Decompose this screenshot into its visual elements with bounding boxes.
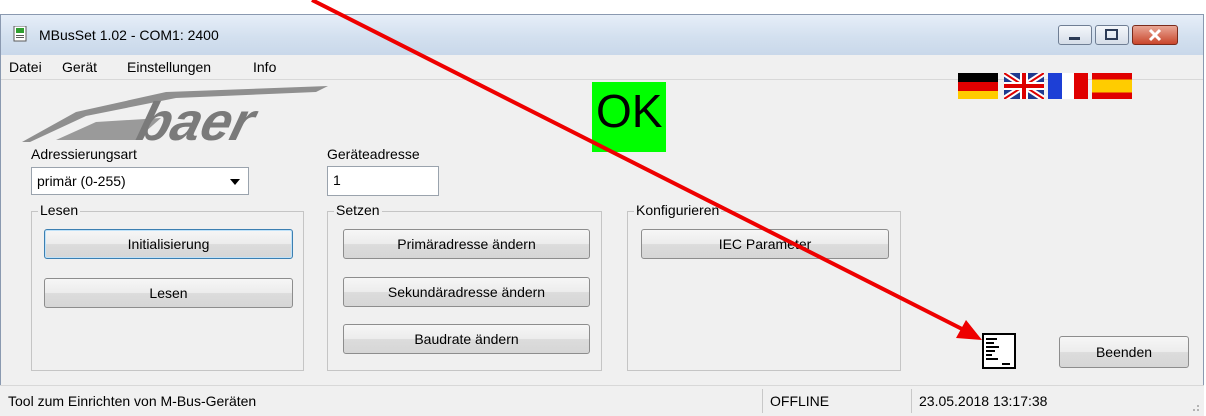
- device-address-value: 1: [333, 172, 341, 188]
- primaeradresse-button[interactable]: Primäradresse ändern: [343, 229, 590, 259]
- menu-einstellungen[interactable]: Einstellungen: [127, 59, 211, 75]
- maximize-button[interactable]: [1095, 25, 1129, 45]
- menu-info[interactable]: Info: [253, 59, 276, 75]
- resize-grip-icon[interactable]: [1188, 400, 1200, 412]
- minimize-icon: [1069, 37, 1080, 40]
- initialisierung-button[interactable]: Initialisierung: [44, 229, 293, 259]
- menu-geraet[interactable]: Gerät: [62, 59, 97, 75]
- status-indicator: OK: [592, 82, 666, 152]
- minimize-button[interactable]: [1058, 25, 1092, 45]
- status-separator: [911, 389, 912, 413]
- addressing-label: Adressierungsart: [31, 146, 137, 162]
- group-konfigurieren-title: Konfigurieren: [634, 202, 722, 218]
- close-icon: [1148, 28, 1162, 42]
- addressing-select[interactable]: primär (0-255): [31, 167, 249, 195]
- log-window-icon[interactable]: [982, 333, 1016, 369]
- status-separator: [762, 389, 763, 413]
- gb-flag-icon[interactable]: [1004, 73, 1044, 99]
- beenden-button[interactable]: Beenden: [1059, 336, 1189, 368]
- logo-text: baer: [131, 91, 264, 144]
- status-indicator-text: OK: [596, 85, 663, 137]
- status-description: Tool zum Einrichten von M-Bus-Geräten: [8, 393, 257, 409]
- window-title: MBusSet 1.02 - COM1: 2400: [39, 27, 219, 43]
- status-bar: Tool zum Einrichten von M-Bus-Geräten OF…: [0, 385, 1204, 416]
- close-button[interactable]: [1132, 25, 1178, 45]
- baer-logo: baer: [22, 86, 328, 144]
- menu-datei[interactable]: Datei: [9, 59, 42, 75]
- device-address-input[interactable]: 1: [327, 166, 439, 196]
- status-datetime: 23.05.2018 13:17:38: [919, 393, 1048, 409]
- maximize-icon: [1105, 29, 1118, 40]
- baudrate-button[interactable]: Baudrate ändern: [343, 324, 590, 354]
- group-setzen-title: Setzen: [334, 202, 382, 218]
- group-lesen-title: Lesen: [38, 202, 81, 218]
- lesen-button[interactable]: Lesen: [44, 278, 293, 308]
- sekundaeradresse-button[interactable]: Sekundäradresse ändern: [343, 277, 590, 307]
- app-icon: [13, 26, 27, 42]
- es-flag-icon[interactable]: [1092, 73, 1132, 99]
- chevron-down-icon: [230, 179, 240, 185]
- fr-flag-icon[interactable]: [1048, 73, 1088, 99]
- de-flag-icon[interactable]: [958, 73, 998, 99]
- title-bar[interactable]: MBusSet 1.02 - COM1: 2400: [1, 15, 1203, 55]
- iec-parameter-button[interactable]: IEC Parameter: [641, 229, 889, 259]
- device-address-label: Geräteadresse: [327, 146, 420, 162]
- status-connection: OFFLINE: [770, 393, 830, 409]
- addressing-select-value: primär (0-255): [37, 173, 126, 189]
